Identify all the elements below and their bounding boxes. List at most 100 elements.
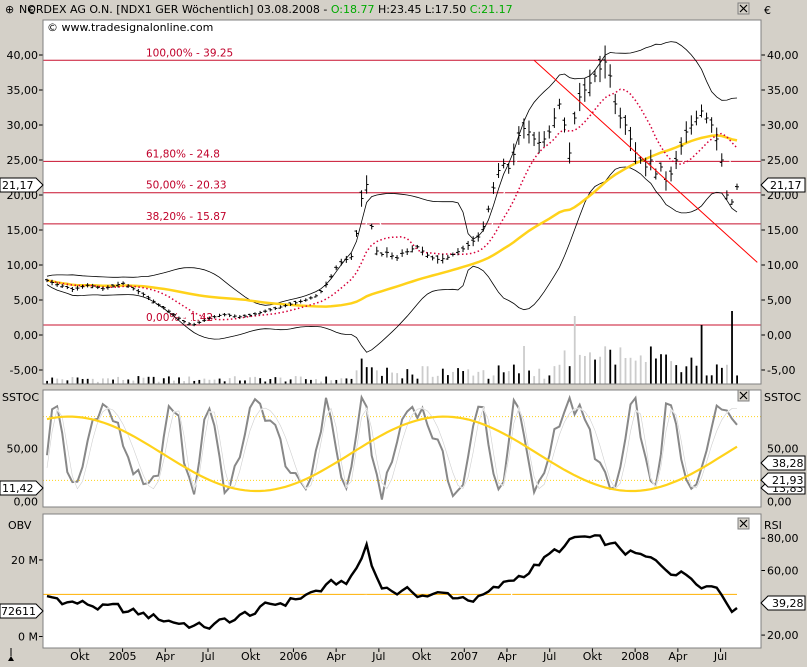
volume-bar bbox=[720, 367, 723, 384]
volume-bar bbox=[107, 378, 109, 384]
volume-bar bbox=[452, 371, 454, 384]
volume-bar bbox=[254, 376, 257, 384]
volume-bar bbox=[365, 367, 368, 384]
volume-bar bbox=[381, 375, 383, 384]
close-icon[interactable] bbox=[737, 2, 750, 15]
close-icon-obv[interactable] bbox=[737, 517, 750, 530]
price-tick-label-left: 30,00 bbox=[7, 119, 39, 132]
volume-bar bbox=[274, 377, 277, 384]
volume-bar bbox=[91, 378, 94, 384]
volume-bar bbox=[76, 377, 79, 384]
x-tick-label: Okt bbox=[412, 650, 432, 663]
price-tick-label-right: 35,00 bbox=[767, 84, 799, 97]
volume-bar bbox=[431, 376, 434, 384]
volume-bar bbox=[533, 376, 536, 384]
close-icon-stoch[interactable] bbox=[737, 389, 750, 402]
rsi-label-right: RSI bbox=[764, 519, 782, 532]
stoch-flag-right-2-text: 21,93 bbox=[772, 474, 804, 487]
stoch-flag-left-text: 11,42 bbox=[2, 482, 34, 495]
header-pin-icon[interactable]: ⊕ bbox=[5, 3, 14, 16]
volume-bar bbox=[188, 376, 191, 384]
volume-bar bbox=[233, 376, 236, 384]
volume-bar bbox=[715, 364, 718, 384]
volume-bar bbox=[589, 352, 591, 384]
volume-bar bbox=[548, 375, 551, 384]
x-tick-label: 2008 bbox=[621, 650, 649, 663]
volume-bar bbox=[670, 361, 673, 384]
stoch-flag-right-1-text: 38,28 bbox=[772, 457, 804, 470]
x-tick-label: Apr bbox=[668, 650, 688, 663]
x-tick-label: 2007 bbox=[450, 650, 478, 663]
volume-bar bbox=[558, 364, 561, 384]
volume-bar bbox=[447, 375, 449, 384]
volume-bar bbox=[86, 378, 89, 384]
stoch-tick-label-right: 50,00 bbox=[767, 443, 799, 456]
price-flag-left-text: 21,17 bbox=[2, 179, 34, 192]
volume-bar bbox=[482, 370, 485, 384]
volume-bar bbox=[112, 379, 114, 384]
volume-bar bbox=[675, 365, 678, 384]
volume-bar bbox=[173, 380, 175, 384]
price-flag-right-text: 21,17 bbox=[770, 179, 802, 192]
volume-bar bbox=[335, 379, 338, 384]
price-tick-label-left: 35,00 bbox=[7, 84, 39, 97]
volume-bar bbox=[178, 377, 180, 384]
volume-bar bbox=[629, 357, 632, 384]
x-tick-label: Jul bbox=[542, 650, 556, 663]
rsi-tick-label: 60,00 bbox=[767, 565, 799, 578]
volume-bar bbox=[736, 375, 738, 384]
volume-bar bbox=[426, 366, 429, 384]
x-tick-label: Jul bbox=[713, 650, 727, 663]
volume-bar bbox=[624, 357, 627, 384]
volume-bar bbox=[299, 376, 302, 384]
volume-bar bbox=[360, 358, 363, 384]
volume-bar bbox=[421, 366, 424, 384]
volume-bar bbox=[655, 358, 657, 384]
volume-bar bbox=[599, 356, 602, 384]
volume-bar bbox=[563, 350, 566, 384]
obv-flag-left: 72611 bbox=[0, 603, 44, 619]
stoch-flag-left: 11,42 bbox=[0, 480, 44, 496]
x-tick-label: Apr bbox=[156, 650, 176, 663]
stoch-tick-label-left: 50,00 bbox=[7, 443, 39, 456]
volume-bar bbox=[416, 378, 419, 384]
rsi-tick-label: 20,00 bbox=[767, 629, 799, 642]
volume-bar bbox=[203, 378, 206, 384]
rsi-flag-right-text: 39,28 bbox=[772, 597, 804, 610]
volume-bar bbox=[543, 378, 546, 384]
header-title: NORDEX AG O.N. [NDX1 GER Wöchentlich] 03… bbox=[19, 3, 331, 16]
volume-bar bbox=[330, 380, 333, 384]
volume-bar bbox=[685, 366, 688, 384]
currency-left: € bbox=[28, 4, 35, 17]
volume-bar bbox=[345, 378, 348, 384]
volume-bar bbox=[386, 367, 388, 384]
rsi-flag-right: 39,28 bbox=[760, 595, 806, 611]
stoch-flag-right-2: 21,93 bbox=[760, 472, 806, 488]
volume-bar bbox=[538, 368, 541, 384]
x-tick-label: 2006 bbox=[279, 650, 307, 663]
volume-bar bbox=[553, 366, 556, 384]
price-panel bbox=[43, 20, 761, 384]
volume-bar bbox=[238, 380, 241, 384]
volume-bar bbox=[132, 380, 135, 384]
volume-bar bbox=[472, 375, 475, 384]
volume-bar bbox=[294, 376, 297, 384]
fib-label: 100,00% - 39.25 bbox=[146, 47, 233, 59]
price-tick-label-left: 0,00 bbox=[14, 329, 39, 342]
price-tick-label-right: 5,00 bbox=[767, 294, 792, 307]
volume-bar bbox=[578, 354, 581, 384]
price-tick-label-right: 25,00 bbox=[767, 154, 799, 167]
price-tick-label-left: 25,00 bbox=[7, 154, 39, 167]
volume-bar bbox=[315, 379, 317, 384]
x-tick-label: Okt bbox=[70, 650, 90, 663]
volume-bar bbox=[218, 378, 221, 384]
volume-bar bbox=[726, 364, 728, 384]
obv-panel bbox=[43, 514, 761, 648]
volume-bar bbox=[436, 375, 439, 384]
volume-bar bbox=[441, 368, 444, 384]
stoch-flag-right-1: 38,28 bbox=[760, 455, 806, 471]
volume-bar bbox=[467, 369, 470, 384]
volume-bar bbox=[375, 370, 378, 384]
price-tick-label-left: 15,00 bbox=[7, 224, 39, 237]
volume-bar bbox=[609, 349, 612, 384]
